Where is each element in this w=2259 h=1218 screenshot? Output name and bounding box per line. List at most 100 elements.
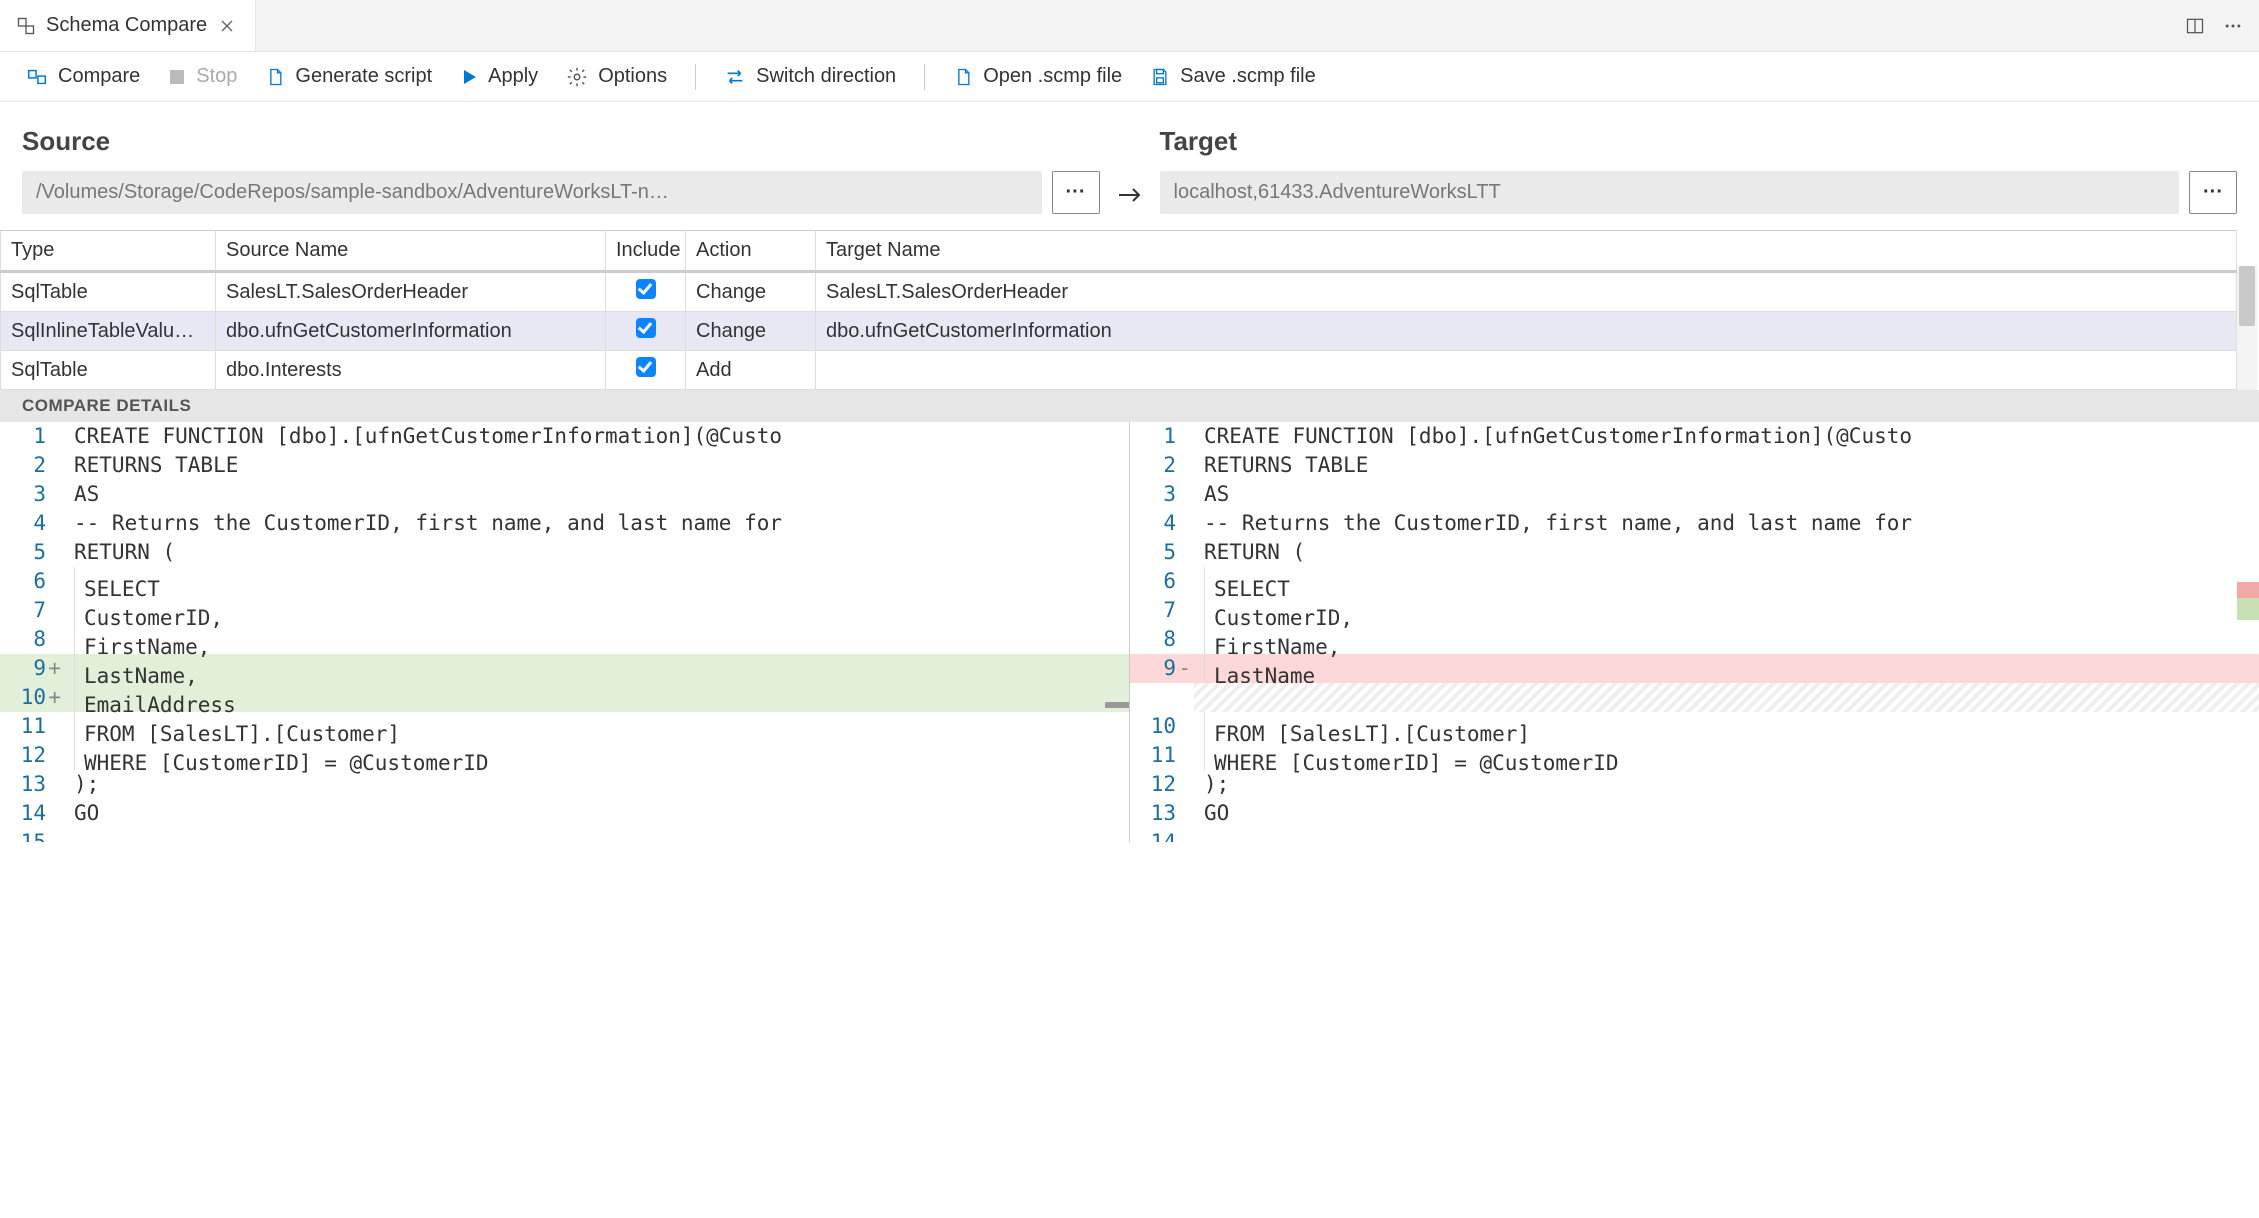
diff-line[interactable]: 14	[1130, 828, 2259, 842]
line-number: 10+	[0, 683, 64, 712]
checkbox-icon[interactable]	[636, 357, 656, 377]
code-text: FROM [SalesLT].[Customer]	[64, 712, 1129, 741]
cell-include[interactable]	[606, 312, 686, 351]
diff-line[interactable]: 13);	[0, 770, 1129, 799]
minimap-delete-mark	[2237, 582, 2259, 598]
code-text: );	[1194, 770, 2259, 799]
source-browse-button[interactable]: ···	[1052, 171, 1100, 214]
tab-title: Schema Compare	[46, 14, 207, 37]
diff-line[interactable]: 3AS	[1130, 480, 2259, 509]
diff-line[interactable]: 9+LastName,	[0, 654, 1129, 683]
compare-button[interactable]: Compare	[16, 61, 150, 92]
open-scmp-button[interactable]: Open .scmp file	[943, 61, 1132, 92]
options-button[interactable]: Options	[556, 61, 677, 92]
source-input[interactable]: /Volumes/Storage/CodeRepos/sample-sandbo…	[22, 171, 1042, 214]
diff-line[interactable]: 2RETURNS TABLE	[1130, 451, 2259, 480]
diff-line[interactable]: 6SELECT	[0, 567, 1129, 596]
diff-minimap[interactable]	[2237, 422, 2259, 842]
cell-include[interactable]	[606, 351, 686, 390]
diff-line[interactable]: 11WHERE [CustomerID] = @CustomerID	[1130, 741, 2259, 770]
diff-line[interactable]: 10+EmailAddress	[0, 683, 1129, 712]
col-target-name[interactable]: Target Name	[816, 231, 2237, 272]
diff-line[interactable]: 15	[0, 828, 1129, 842]
line-number: 9-	[1130, 654, 1194, 683]
cell-include[interactable]	[606, 272, 686, 312]
line-number: 1	[1130, 422, 1194, 451]
results-header-row: Type Source Name Include Action Target N…	[1, 231, 2237, 272]
diff-line[interactable]: 8FirstName,	[0, 625, 1129, 654]
diff-line[interactable]: 2RETURNS TABLE	[0, 451, 1129, 480]
play-icon	[460, 68, 478, 86]
toolbar: Compare Stop Generate script Apply Optio…	[0, 52, 2259, 102]
scrollbar-thumb[interactable]	[2239, 266, 2255, 326]
table-row[interactable]: SqlInlineTableValuedFu…dbo.ufnGetCustome…	[1, 312, 2237, 351]
line-number: 4	[0, 509, 64, 538]
col-source-name[interactable]: Source Name	[216, 231, 606, 272]
stop-icon	[168, 68, 186, 86]
code-text: RETURN (	[64, 538, 1129, 567]
tab-bar: Schema Compare	[0, 0, 2259, 52]
cell-source-name: dbo.ufnGetCustomerInformation	[216, 312, 606, 351]
diff-line[interactable]: 12);	[1130, 770, 2259, 799]
diff-line[interactable]: 4-- Returns the CustomerID, first name, …	[0, 509, 1129, 538]
save-scmp-button[interactable]: Save .scmp file	[1140, 61, 1326, 92]
col-type[interactable]: Type	[1, 231, 216, 272]
results-scrollbar[interactable]	[2237, 266, 2257, 390]
diff-source-pane[interactable]: 1CREATE FUNCTION [dbo].[ufnGetCustomerIn…	[0, 422, 1130, 842]
diff-line[interactable]: 9-LastName	[1130, 654, 2259, 683]
cell-source-name: dbo.Interests	[216, 351, 606, 390]
diff-line[interactable]: 6SELECT	[1130, 567, 2259, 596]
checkbox-icon[interactable]	[636, 318, 656, 338]
diff-line[interactable]: 13GO	[1130, 799, 2259, 828]
diff-line[interactable]: 5RETURN (	[0, 538, 1129, 567]
table-row[interactable]: SqlTableSalesLT.SalesOrderHeaderChangeSa…	[1, 272, 2237, 312]
diff-line[interactable]: 4-- Returns the CustomerID, first name, …	[1130, 509, 2259, 538]
minimap-add-mark	[2237, 598, 2259, 620]
cell-action: Change	[686, 312, 816, 351]
line-number: 7	[1130, 596, 1194, 625]
diff-line[interactable]: 10FROM [SalesLT].[Customer]	[1130, 712, 2259, 741]
cell-action: Change	[686, 272, 816, 312]
line-number: 2	[1130, 451, 1194, 480]
tab-schema-compare[interactable]: Schema Compare	[0, 0, 256, 51]
gear-icon	[566, 66, 588, 88]
diff-line[interactable]: 8FirstName,	[1130, 625, 2259, 654]
diff-line[interactable]: 1CREATE FUNCTION [dbo].[ufnGetCustomerIn…	[0, 422, 1129, 451]
code-text: );	[64, 770, 1129, 799]
diff-line[interactable]: 3AS	[0, 480, 1129, 509]
code-text: WHERE [CustomerID] = @CustomerID	[1194, 741, 2259, 770]
switch-icon	[724, 67, 746, 87]
diff-line[interactable]: 1CREATE FUNCTION [dbo].[ufnGetCustomerIn…	[1130, 422, 2259, 451]
open-scmp-label: Open .scmp file	[983, 65, 1122, 88]
toolbar-separator	[695, 64, 696, 90]
more-icon[interactable]	[2223, 16, 2243, 36]
generate-script-button[interactable]: Generate script	[255, 61, 442, 92]
compare-label: Compare	[58, 65, 140, 88]
col-include[interactable]: Include	[606, 231, 686, 272]
table-row[interactable]: SqlTabledbo.InterestsAdd	[1, 351, 2237, 390]
direction-arrow-icon	[1100, 126, 1160, 214]
diff-line[interactable]: 14GO	[0, 799, 1129, 828]
switch-direction-button[interactable]: Switch direction	[714, 61, 906, 92]
split-editor-icon[interactable]	[2185, 16, 2205, 36]
diff-spacer-line[interactable]	[1130, 683, 2259, 712]
close-icon[interactable]	[217, 16, 237, 36]
switch-direction-label: Switch direction	[756, 65, 896, 88]
diff-line[interactable]: 7CustomerID,	[1130, 596, 2259, 625]
target-input[interactable]: localhost,61433.AdventureWorksLTT	[1160, 171, 2180, 214]
apply-button[interactable]: Apply	[450, 61, 548, 92]
code-text	[1194, 828, 2259, 842]
diff-view: 1CREATE FUNCTION [dbo].[ufnGetCustomerIn…	[0, 422, 2259, 842]
col-action[interactable]: Action	[686, 231, 816, 272]
code-text: SELECT	[64, 567, 1129, 596]
diff-target-pane[interactable]: 1CREATE FUNCTION [dbo].[ufnGetCustomerIn…	[1130, 422, 2259, 842]
diff-line[interactable]: 5RETURN (	[1130, 538, 2259, 567]
target-browse-button[interactable]: ···	[2189, 171, 2237, 214]
line-number: 2	[0, 451, 64, 480]
line-number: 10	[1130, 712, 1194, 741]
checkbox-icon[interactable]	[636, 279, 656, 299]
diff-change-marker	[1105, 702, 1129, 708]
diff-line[interactable]: 7CustomerID,	[0, 596, 1129, 625]
diff-line[interactable]: 11FROM [SalesLT].[Customer]	[0, 712, 1129, 741]
diff-line[interactable]: 12WHERE [CustomerID] = @CustomerID	[0, 741, 1129, 770]
